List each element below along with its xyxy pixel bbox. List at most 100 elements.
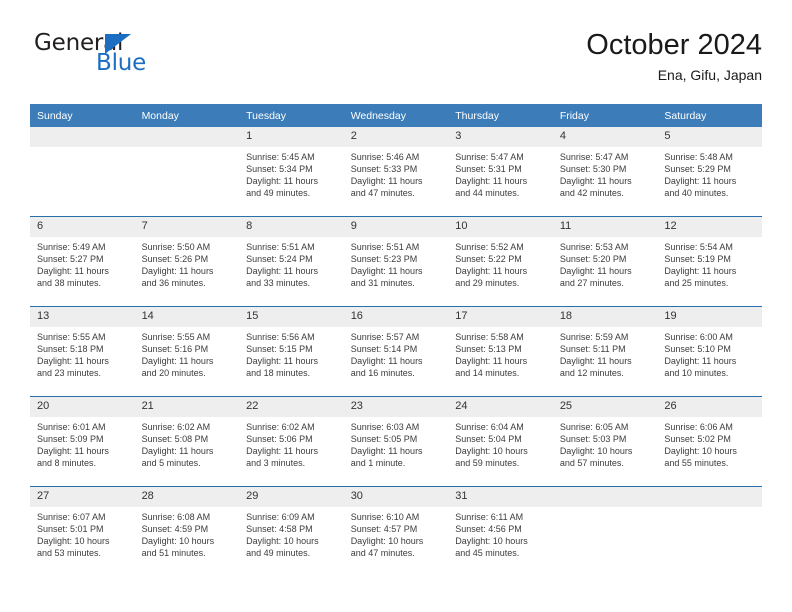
sunrise-text: Sunrise: 5:55 AM (141, 332, 211, 342)
day-cell[interactable]: 14 Sunrise: 5:55 AM Sunset: 5:16 PM Dayl… (134, 306, 240, 397)
sunset-text: Sunset: 5:29 PM (664, 164, 731, 175)
day-cell[interactable]: 11 Sunrise: 5:53 AM Sunset: 5:20 PM Dayl… (552, 216, 658, 307)
day-cell[interactable]: 22 Sunrise: 6:02 AM Sunset: 5:06 PM Dayl… (239, 396, 344, 487)
day-details: Sunrise: 5:51 AM Sunset: 5:24 PM Dayligh… (239, 237, 344, 289)
daylight-text-line2: and 47 minutes. (350, 548, 415, 559)
daylight-text-line2: and 33 minutes. (246, 278, 311, 289)
day-details: Sunrise: 5:52 AM Sunset: 5:22 PM Dayligh… (448, 237, 553, 289)
day-details: Sunrise: 5:50 AM Sunset: 5:26 PM Dayligh… (135, 237, 240, 289)
day-cell[interactable]: 28 Sunrise: 6:08 AM Sunset: 4:59 PM Dayl… (134, 486, 240, 576)
day-cell[interactable]: 12 Sunrise: 5:54 AM Sunset: 5:19 PM Dayl… (657, 216, 762, 307)
sunrise-text: Sunrise: 6:03 AM (350, 422, 420, 432)
daylight-text-line2: and 16 minutes. (350, 368, 415, 379)
day-number: 28 (134, 487, 240, 507)
sunset-text: Sunset: 5:01 PM (37, 524, 104, 535)
daylight-text-line1: Daylight: 11 hours (141, 446, 214, 457)
day-cell[interactable]: 26 Sunrise: 6:06 AM Sunset: 5:02 PM Dayl… (657, 396, 762, 487)
day-cell[interactable] (657, 486, 762, 576)
day-number: 2 (343, 127, 449, 147)
daylight-text-line1: Daylight: 11 hours (246, 446, 318, 457)
daylight-text-line2: and 53 minutes. (37, 548, 102, 559)
day-cell[interactable]: 25 Sunrise: 6:05 AM Sunset: 5:03 PM Dayl… (552, 396, 658, 487)
daylight-text-line2: and 5 minutes. (141, 458, 201, 469)
weekday-header-monday: Monday (134, 104, 240, 127)
day-cell[interactable]: 30 Sunrise: 6:10 AM Sunset: 4:57 PM Dayl… (343, 486, 449, 576)
logo-text-blue: Blue (96, 50, 147, 76)
sunset-text: Sunset: 5:24 PM (246, 254, 313, 265)
day-cell[interactable]: 23 Sunrise: 6:03 AM Sunset: 5:05 PM Dayl… (343, 396, 449, 487)
day-cell[interactable]: 4 Sunrise: 5:47 AM Sunset: 5:30 PM Dayli… (552, 127, 658, 217)
day-number: 10 (448, 217, 553, 237)
sunrise-text: Sunrise: 6:01 AM (37, 422, 106, 432)
day-cell[interactable] (552, 486, 658, 576)
daylight-text-line1: Daylight: 11 hours (141, 266, 214, 277)
day-cell[interactable]: 8 Sunrise: 5:51 AM Sunset: 5:24 PM Dayli… (239, 216, 344, 307)
day-details: Sunrise: 6:01 AM Sunset: 5:09 PM Dayligh… (30, 417, 135, 469)
day-details: Sunrise: 5:47 AM Sunset: 5:30 PM Dayligh… (553, 147, 658, 199)
day-cell[interactable]: 17 Sunrise: 5:58 AM Sunset: 5:13 PM Dayl… (448, 306, 553, 397)
day-cell[interactable]: 21 Sunrise: 6:02 AM Sunset: 5:08 PM Dayl… (134, 396, 240, 487)
day-cell[interactable]: 7 Sunrise: 5:50 AM Sunset: 5:26 PM Dayli… (134, 216, 240, 307)
day-cell[interactable]: 20 Sunrise: 6:01 AM Sunset: 5:09 PM Dayl… (30, 396, 135, 487)
day-cell[interactable]: 15 Sunrise: 5:56 AM Sunset: 5:15 PM Dayl… (239, 306, 344, 397)
sunrise-text: Sunrise: 6:09 AM (246, 512, 315, 522)
day-cell[interactable]: 27 Sunrise: 6:07 AM Sunset: 5:01 PM Dayl… (30, 486, 135, 576)
sunrise-text: Sunrise: 5:49 AM (37, 242, 106, 252)
daylight-text-line2: and 10 minutes. (664, 368, 729, 379)
calendar-week-row: 20 Sunrise: 6:01 AM Sunset: 5:09 PM Dayl… (30, 396, 762, 487)
sunrise-text: Sunrise: 5:50 AM (141, 242, 211, 252)
day-number (552, 487, 658, 507)
day-details: Sunrise: 5:48 AM Sunset: 5:29 PM Dayligh… (657, 147, 762, 199)
day-cell[interactable]: 6 Sunrise: 5:49 AM Sunset: 5:27 PM Dayli… (30, 216, 135, 307)
sunset-text: Sunset: 5:34 PM (246, 164, 313, 175)
daylight-text-line2: and 31 minutes. (350, 278, 415, 289)
daylight-text-line1: Daylight: 11 hours (350, 266, 423, 277)
day-cell[interactable]: 1 Sunrise: 5:45 AM Sunset: 5:34 PM Dayli… (239, 127, 344, 217)
sunset-text: Sunset: 5:18 PM (37, 344, 104, 355)
daylight-text-line1: Daylight: 11 hours (664, 266, 737, 277)
daylight-text-line1: Daylight: 10 hours (246, 536, 319, 547)
day-cell[interactable]: 16 Sunrise: 5:57 AM Sunset: 5:14 PM Dayl… (343, 306, 449, 397)
page-subtitle-location: Ena, Gifu, Japan (657, 67, 762, 83)
daylight-text-line1: Daylight: 11 hours (37, 446, 109, 457)
daylight-text-line1: Daylight: 10 hours (455, 446, 528, 457)
sunrise-text: Sunrise: 5:52 AM (455, 242, 524, 252)
daylight-text-line2: and 1 minute. (350, 458, 406, 469)
day-details: Sunrise: 5:56 AM Sunset: 5:15 PM Dayligh… (239, 327, 344, 379)
day-number: 26 (657, 397, 762, 417)
day-number: 9 (343, 217, 449, 237)
day-number: 17 (448, 307, 553, 327)
day-cell[interactable]: 29 Sunrise: 6:09 AM Sunset: 4:58 PM Dayl… (239, 486, 344, 576)
day-cell[interactable] (30, 127, 135, 217)
general-blue-logo[interactable]: General Blue (34, 30, 214, 86)
day-details: Sunrise: 5:54 AM Sunset: 5:19 PM Dayligh… (657, 237, 762, 289)
daylight-text-line2: and 47 minutes. (350, 188, 415, 199)
day-cell[interactable] (134, 127, 240, 217)
day-cell[interactable]: 10 Sunrise: 5:52 AM Sunset: 5:22 PM Dayl… (448, 216, 553, 307)
day-cell[interactable]: 2 Sunrise: 5:46 AM Sunset: 5:33 PM Dayli… (343, 127, 449, 217)
sunrise-text: Sunrise: 6:07 AM (37, 512, 106, 522)
day-number: 4 (552, 127, 658, 147)
sunrise-text: Sunrise: 5:54 AM (664, 242, 733, 252)
day-cell[interactable]: 18 Sunrise: 5:59 AM Sunset: 5:11 PM Dayl… (552, 306, 658, 397)
daylight-text-line2: and 51 minutes. (141, 548, 206, 559)
daylight-text-line2: and 23 minutes. (37, 368, 102, 379)
daylight-text-line1: Daylight: 10 hours (350, 536, 424, 547)
day-cell[interactable]: 24 Sunrise: 6:04 AM Sunset: 5:04 PM Dayl… (448, 396, 553, 487)
day-cell[interactable]: 19 Sunrise: 6:00 AM Sunset: 5:10 PM Dayl… (657, 306, 762, 397)
day-cell[interactable]: 5 Sunrise: 5:48 AM Sunset: 5:29 PM Dayli… (657, 127, 762, 217)
day-number: 8 (239, 217, 344, 237)
day-number (657, 487, 762, 507)
day-details: Sunrise: 5:55 AM Sunset: 5:18 PM Dayligh… (30, 327, 135, 379)
day-cell[interactable]: 9 Sunrise: 5:51 AM Sunset: 5:23 PM Dayli… (343, 216, 449, 307)
day-number: 19 (657, 307, 762, 327)
calendar-page: General Blue October 2024 Ena, Gifu, Jap… (0, 0, 792, 612)
sunset-text: Sunset: 5:23 PM (350, 254, 418, 265)
day-cell[interactable]: 3 Sunrise: 5:47 AM Sunset: 5:31 PM Dayli… (448, 127, 553, 217)
page-title: October 2024 (586, 29, 762, 61)
day-cell[interactable]: 31 Sunrise: 6:11 AM Sunset: 4:56 PM Dayl… (448, 486, 553, 576)
daylight-text-line1: Daylight: 10 hours (559, 446, 633, 457)
day-details: Sunrise: 6:11 AM Sunset: 4:56 PM Dayligh… (448, 507, 553, 559)
calendar-week-row: 27 Sunrise: 6:07 AM Sunset: 5:01 PM Dayl… (30, 486, 762, 576)
day-cell[interactable]: 13 Sunrise: 5:55 AM Sunset: 5:18 PM Dayl… (30, 306, 135, 397)
